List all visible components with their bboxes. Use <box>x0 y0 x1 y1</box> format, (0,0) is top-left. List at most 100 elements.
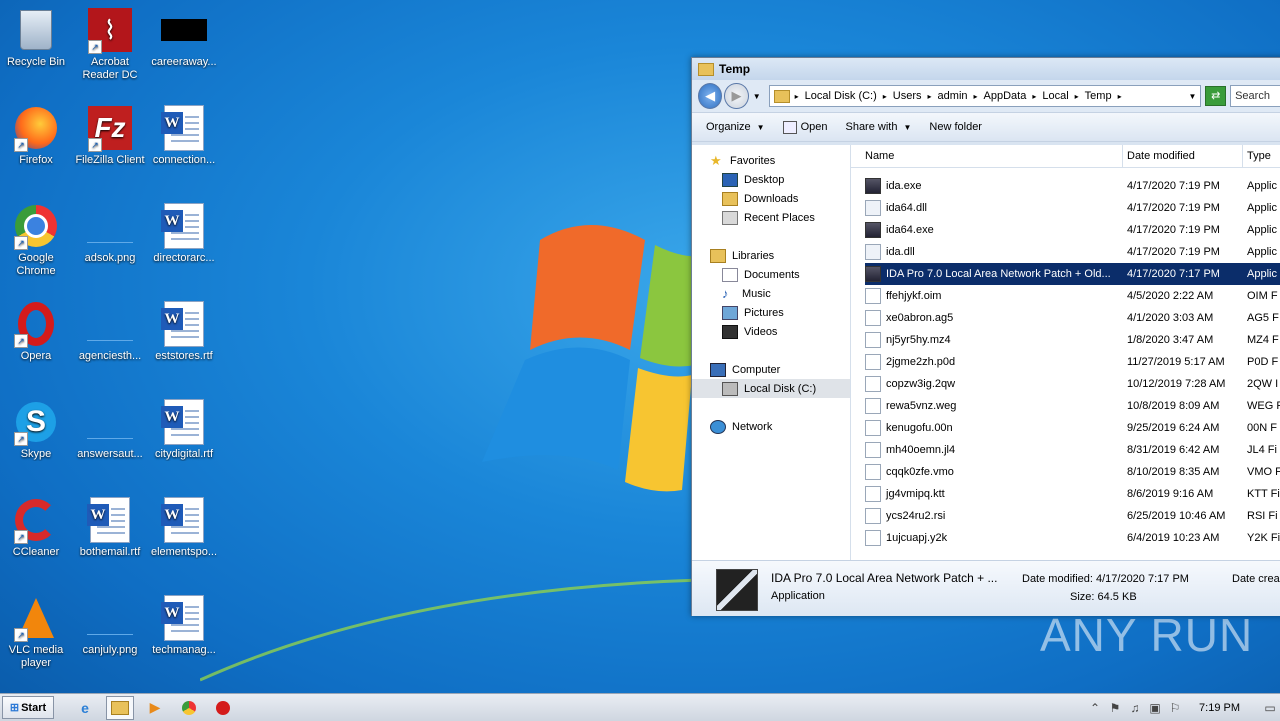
desktop-icon-directorarc-file[interactable]: Wdirectorarc... <box>146 202 222 265</box>
show-desktop-icon[interactable]: ▭ <box>1260 701 1280 715</box>
desktop-icon-firefox[interactable]: ↗ Firefox <box>0 104 74 167</box>
breadcrumb-appdata[interactable]: AppData <box>984 90 1027 102</box>
desktop-icon-opera[interactable]: ↗ Opera <box>0 300 74 363</box>
breadcrumb-local[interactable]: Local <box>1042 90 1068 102</box>
new-folder-button[interactable]: New folder <box>929 121 982 133</box>
desktop-icon-filezilla[interactable]: Fz ↗ FileZilla Client <box>72 104 148 167</box>
file-row[interactable]: IDA Pro 7.0 Local Area Network Patch + O… <box>865 263 1280 285</box>
nav-network[interactable]: Network <box>692 417 850 436</box>
nav-local-disk[interactable]: Local Disk (C:) <box>692 379 850 398</box>
desktop-icon-agenciesth-file[interactable]: agenciesth... <box>72 300 148 363</box>
file-row[interactable]: ida64.exe 4/17/2020 7:19 PM Applic <box>865 219 1280 241</box>
file-row[interactable]: xe0abron.ag5 4/1/2020 3:03 AM AG5 F <box>865 307 1280 329</box>
nav-pictures[interactable]: Pictures <box>692 303 850 322</box>
desktop-icon-vlc-media-player[interactable]: ↗ VLC media player <box>0 594 74 670</box>
media-player-icon[interactable]: ▶ <box>142 697 168 719</box>
start-button[interactable]: ⊞ Start <box>2 696 54 719</box>
clock[interactable]: 7:19 PM <box>1199 702 1240 714</box>
file-row[interactable]: ycs24ru2.rsi 6/25/2019 10:46 AM RSI Fi <box>865 505 1280 527</box>
chrome-icon[interactable] <box>176 697 202 719</box>
desktop-icon-ccleaner[interactable]: ↗ CCleaner <box>0 496 74 559</box>
desktop-icon-acrobat-reader[interactable]: ⌇ ↗ Acrobat Reader DC <box>72 6 148 82</box>
share-with-button[interactable]: Share with ▼ <box>845 121 911 133</box>
image-file-icon <box>86 594 134 642</box>
network-tray-icon[interactable]: ▣ <box>1145 701 1165 715</box>
action-center-icon[interactable]: ⚑ <box>1105 701 1125 715</box>
address-bar[interactable]: ▸ Local Disk (C:) ▸ Users ▸ admin ▸ AppData… <box>768 85 1202 107</box>
desktop-icon-techmanag-file[interactable]: Wtechmanag... <box>146 594 222 657</box>
refresh-button[interactable]: ⇄ <box>1205 86 1227 106</box>
file-icon <box>160 6 208 54</box>
organize-button[interactable]: Organize ▼ <box>706 121 765 133</box>
nav-recent-places[interactable]: Recent Places <box>692 208 850 227</box>
desktop-icon-recycle-bin[interactable]: Recycle Bin <box>0 6 74 69</box>
desktop-icon-label: Firefox <box>19 154 53 166</box>
internet-explorer-icon[interactable]: e <box>72 697 98 719</box>
desktop-icon-connection-file[interactable]: Wconnection... <box>146 104 222 167</box>
desktop-icon-elementspo-file[interactable]: Welementspo... <box>146 496 222 559</box>
desktop-icon-eststores-rtf[interactable]: Weststores.rtf <box>146 300 222 363</box>
acrobat-icon: ⌇ ↗ <box>86 6 134 54</box>
breadcrumb-admin[interactable]: admin <box>938 90 968 102</box>
file-icon <box>865 354 881 370</box>
file-row[interactable]: ida64.dll 4/17/2020 7:19 PM Applic <box>865 197 1280 219</box>
file-list: Name Date modified Type ida.exe 4/17/2020… <box>851 145 1280 560</box>
file-name: 1ujcuapj.y2k <box>886 532 948 544</box>
nav-music[interactable]: ♪ Music <box>692 284 850 303</box>
address-dropdown-icon[interactable]: ▼ <box>1189 92 1197 101</box>
desktop-icon-bothemail-rtf[interactable]: Wbothemail.rtf <box>72 496 148 559</box>
file-row[interactable]: kenugofu.00n 9/25/2019 6:24 AM 00N F <box>865 417 1280 439</box>
open-button[interactable]: Open <box>782 120 827 134</box>
windows-explorer-icon[interactable] <box>106 695 134 720</box>
file-row[interactable]: 1ujcuapj.y2k 6/4/2019 10:23 AM Y2K Fi <box>865 527 1280 549</box>
flag-icon[interactable]: ⚐ <box>1165 701 1185 715</box>
file-row[interactable]: jg4vmipq.ktt 8/6/2019 9:16 AM KTT Fi <box>865 483 1280 505</box>
back-button[interactable]: ◀ <box>698 83 723 109</box>
application-icon <box>716 569 758 611</box>
search-input[interactable]: Search <box>1230 85 1280 107</box>
file-row[interactable]: mh40oemn.jl4 8/31/2019 6:42 AM JL4 Fi <box>865 439 1280 461</box>
forward-button[interactable]: ▶ <box>724 83 749 109</box>
desktop-icon-adsok-png[interactable]: adsok.png <box>72 202 148 265</box>
file-row[interactable]: nj5yr5hy.mz4 1/8/2020 3:47 AM MZ4 F <box>865 329 1280 351</box>
desktop-icon-google-chrome[interactable]: ↗ Google Chrome <box>0 202 74 278</box>
desktop-icon-label: citydigital.rtf <box>154 448 214 460</box>
breadcrumb-local-disk[interactable]: Local Disk (C:) <box>805 90 877 102</box>
nav-favorites[interactable]: ★ Favorites <box>692 151 850 170</box>
desktop-icon-answersaut-file[interactable]: answersaut... <box>72 398 148 461</box>
nav-downloads[interactable]: Downloads <box>692 189 850 208</box>
desktop-icon-canjuly-png[interactable]: canjuly.png <box>72 594 148 657</box>
nav-computer[interactable]: Computer <box>692 360 850 379</box>
file-row[interactable]: 2jgme2zh.p0d 11/27/2019 5:17 AM P0D F <box>865 351 1280 373</box>
file-row[interactable]: rewa5vnz.weg 10/8/2019 8:09 AM WEG F <box>865 395 1280 417</box>
window-titlebar[interactable]: Temp <box>692 58 1280 80</box>
column-type[interactable]: Type <box>1243 145 1280 167</box>
nav-documents[interactable]: Documents <box>692 265 850 284</box>
opera-icon[interactable] <box>210 697 236 719</box>
desktop-icon-citydigital-rtf[interactable]: Wcitydigital.rtf <box>146 398 222 461</box>
nav-desktop[interactable]: Desktop <box>692 170 850 189</box>
desktop-icon-skype[interactable]: S ↗ Skype <box>0 398 74 461</box>
column-name[interactable]: Name <box>851 145 1123 167</box>
nav-libraries[interactable]: Libraries <box>692 246 850 265</box>
file-row[interactable]: ffehjykf.oim 4/5/2020 2:22 AM OIM F <box>865 285 1280 307</box>
explorer-window[interactable]: Temp ◀ ▶ ▼ ▸ Local Disk (C:) ▸ Users ▸ adm… <box>691 57 1280 616</box>
shortcut-arrow-icon: ↗ <box>14 236 28 250</box>
file-name: 2jgme2zh.p0d <box>886 356 956 368</box>
column-date-modified[interactable]: Date modified <box>1123 145 1243 167</box>
file-row[interactable]: ida.dll 4/17/2020 7:19 PM Applic <box>865 241 1280 263</box>
desktop-icon-label: eststores.rtf <box>155 350 213 362</box>
file-type: AG5 F <box>1247 312 1279 324</box>
breadcrumb-temp[interactable]: Temp <box>1085 90 1112 102</box>
file-type: P0D F <box>1247 356 1279 368</box>
file-row[interactable]: copzw3ig.2qw 10/12/2019 7:28 AM 2QW I <box>865 373 1280 395</box>
show-hidden-icons-icon[interactable]: ⌃ <box>1085 701 1105 715</box>
desktop-icon-careeraway-file[interactable]: careeraway... <box>146 6 222 69</box>
breadcrumb-users[interactable]: Users <box>893 90 922 102</box>
file-row[interactable]: ida.exe 4/17/2020 7:19 PM Applic <box>865 175 1280 197</box>
nav-videos[interactable]: Videos <box>692 322 850 341</box>
volume-icon[interactable]: ♫ <box>1125 701 1145 715</box>
chevron-down-icon[interactable]: ▼ <box>753 92 761 101</box>
file-row[interactable]: cqqk0zfe.vmo 8/10/2019 8:35 AM VMO F <box>865 461 1280 483</box>
file-icon <box>865 530 881 546</box>
